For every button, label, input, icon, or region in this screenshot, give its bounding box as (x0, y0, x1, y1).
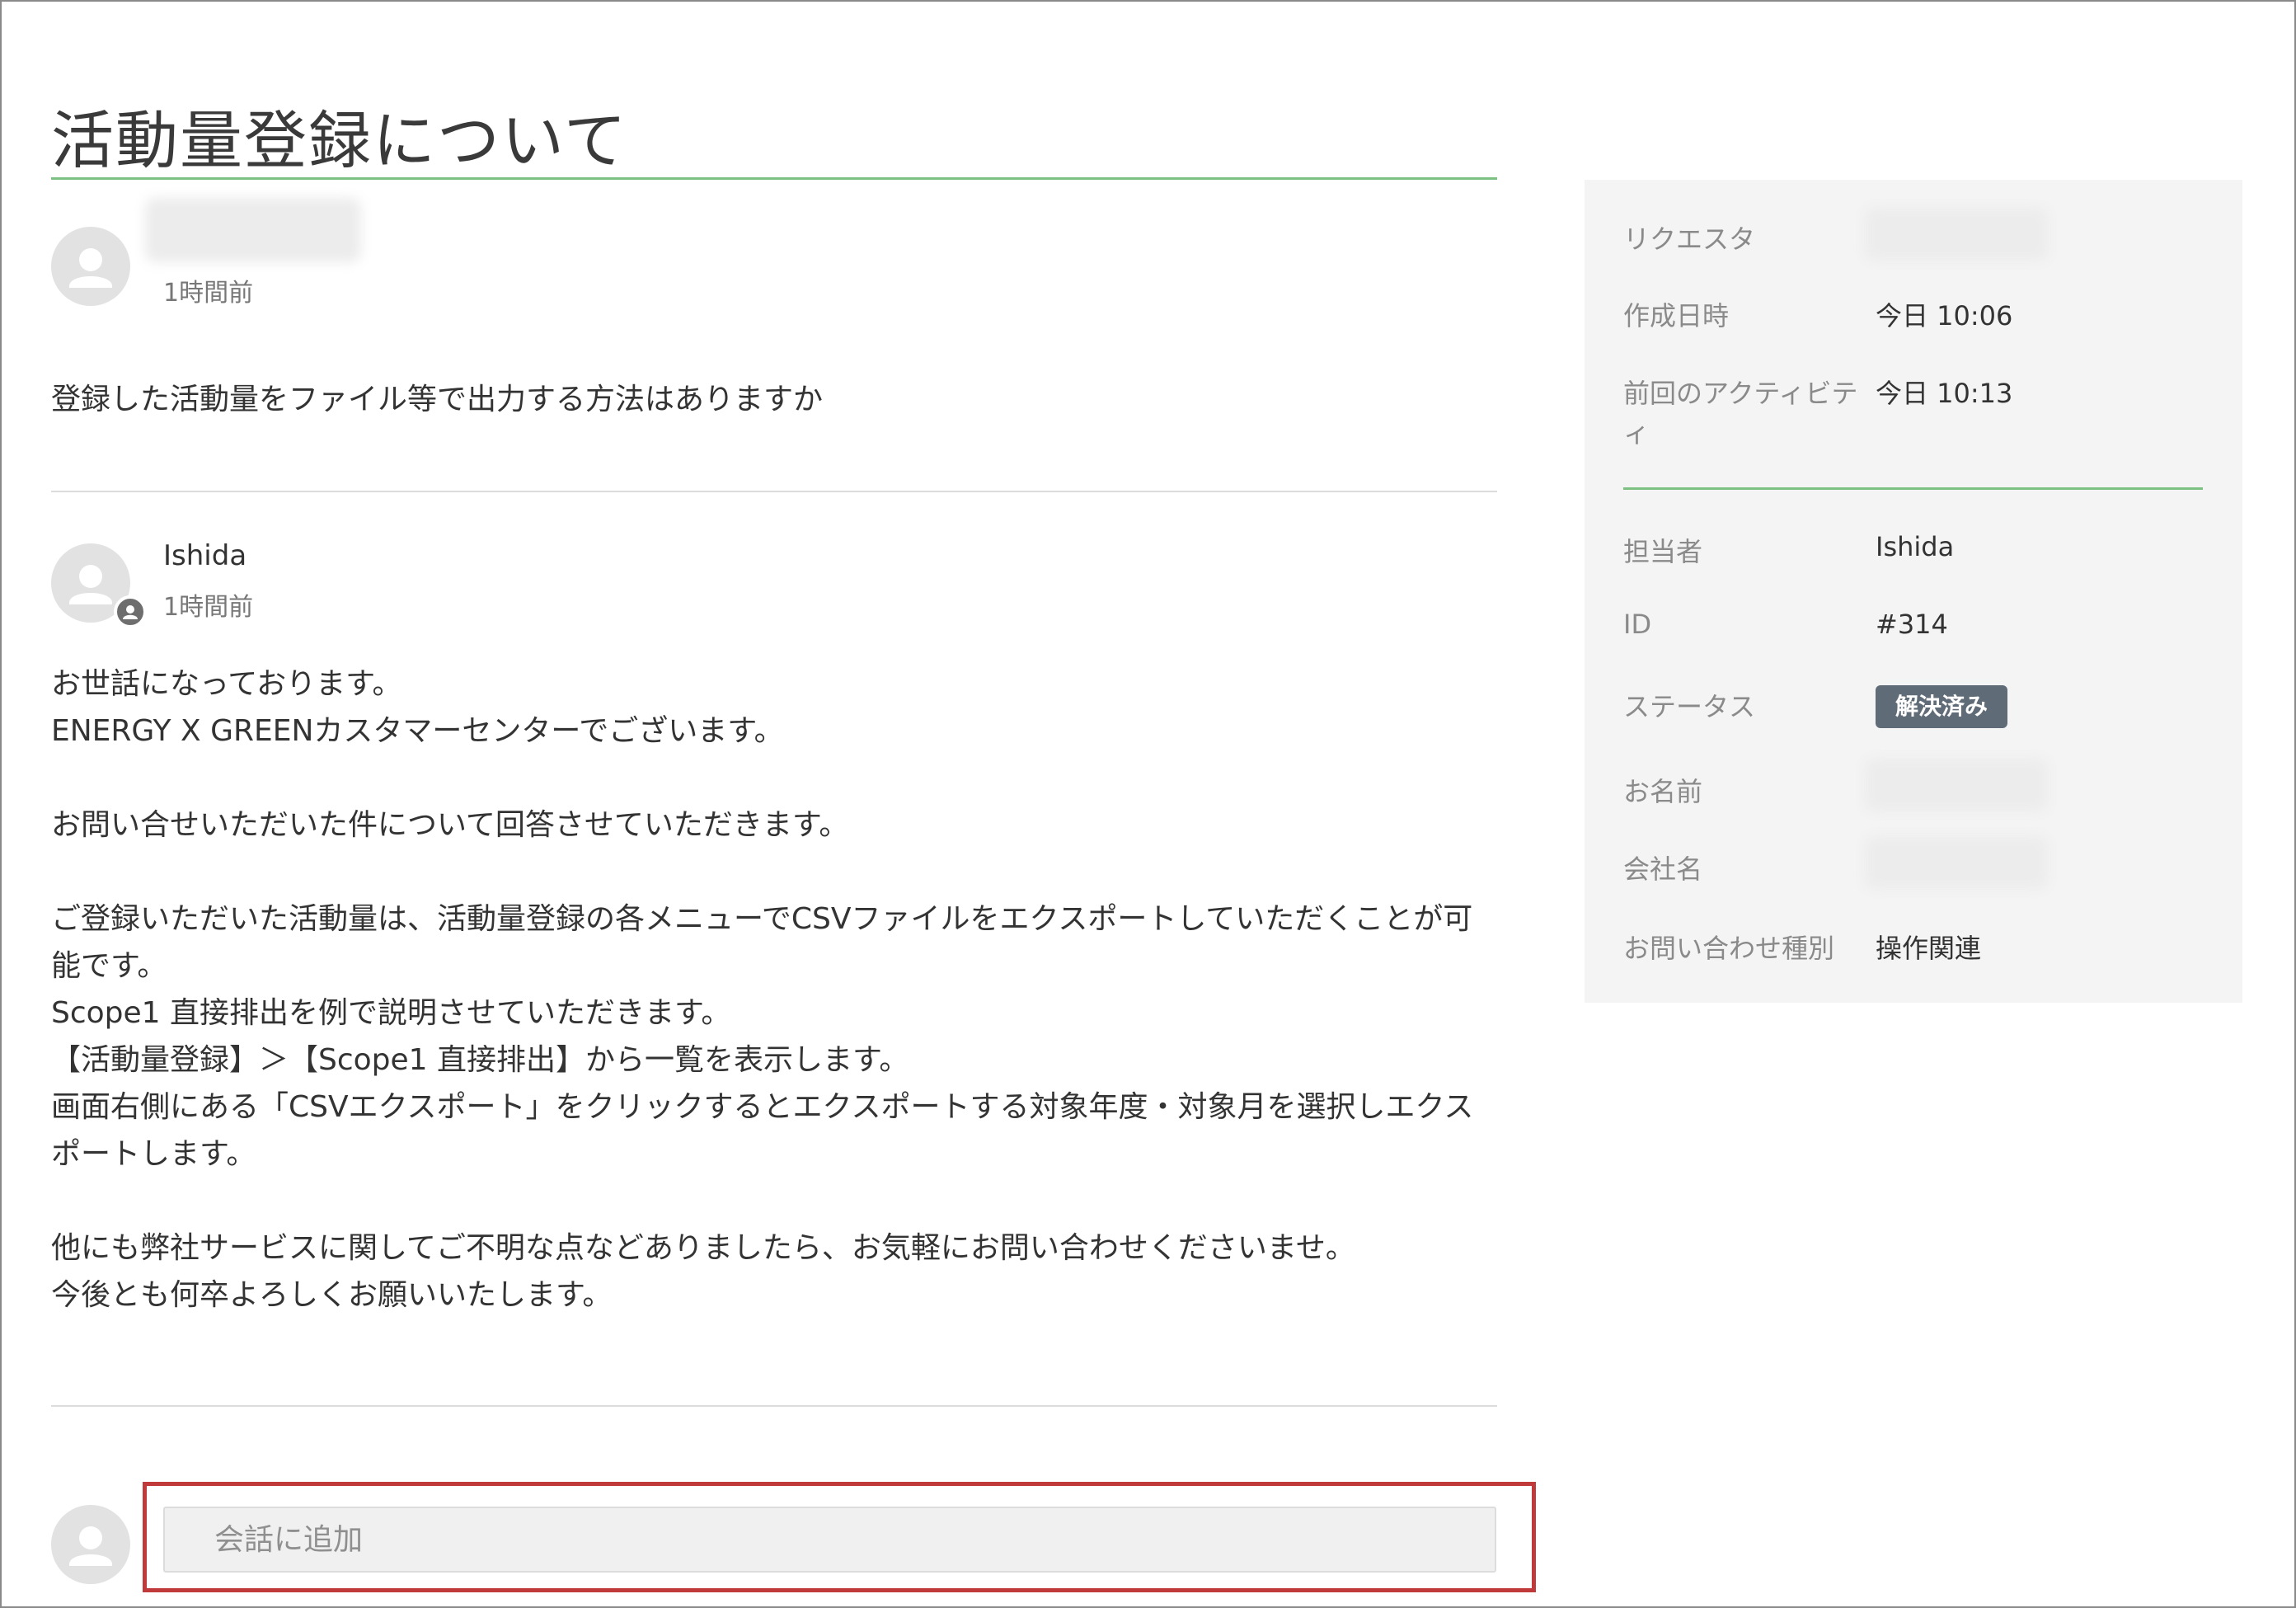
inquiry-type-label: お問い合わせ種別 (1623, 933, 1835, 964)
message-line: 画面右側にある「CSVエクスポート」をクリックするとエクスポートする対象年度・対… (51, 1090, 1474, 1124)
last-activity-label: 前回のアクティビテ (1623, 378, 1858, 409)
message-line: ご登録いただいた活動量は、活動量登録の各メニューでCSVファイルをエクスポートし… (51, 902, 1473, 936)
inquiry-type-value: 操作関連 (1876, 933, 1982, 964)
company-label: 会社名 (1623, 853, 1703, 885)
message-body: お世話になっております。 ENERGY X GREENカスタマーセンターでござい… (51, 661, 1473, 1319)
requester-value-redacted (1865, 208, 2048, 261)
page-title: 活動量登録について (51, 103, 628, 177)
agent-badge-icon (114, 595, 147, 628)
reply-input[interactable] (163, 1507, 1496, 1573)
message-line (51, 755, 1473, 802)
message-line (51, 849, 1473, 896)
message-line: Scope1 直接排出を例で説明させていただきます。 (51, 996, 731, 1030)
sidebar-divider (1623, 487, 2203, 490)
message-line: お問い合せいただいた件について回答させていただきます。 (51, 808, 849, 842)
current-user-avatar (51, 1505, 130, 1584)
message-line: 【活動量登録】＞【Scope1 直接排出】から一覧を表示します。 (51, 1043, 909, 1077)
message-line: ENERGY X GREENカスタマーセンターでございます。 (51, 714, 784, 748)
title-divider (51, 177, 1497, 180)
message-author: Ishida (163, 539, 247, 572)
message-line: 登録した活動量をファイル等で出力する方法はありますか (51, 383, 824, 416)
requester-name-redacted (145, 198, 361, 262)
name-value-redacted (1865, 759, 2048, 811)
message-time: 1時間前 (163, 593, 254, 622)
message-divider (51, 491, 1497, 492)
status-label: ステータス (1623, 691, 1756, 722)
message-time: 1時間前 (163, 279, 254, 308)
requester-avatar (51, 227, 130, 306)
requester-label: リクエスタ (1623, 223, 1756, 255)
message-line: 今後とも何卒よろしくお願いいたします。 (51, 1278, 613, 1312)
message-divider (51, 1405, 1497, 1407)
created-label: 作成日時 (1623, 300, 1730, 331)
message-line: 他にも弊社サービスに関してご不明な点などありましたら、お気軽にお問い合わせくださ… (51, 1231, 1355, 1265)
name-label: お名前 (1623, 776, 1703, 807)
message-line: お世話になっております。 (51, 667, 402, 701)
last-activity-value: 今日 10:13 (1876, 378, 2013, 409)
user-icon (69, 248, 112, 288)
message-body: 登録した活動量をファイル等で出力する方法はありますか (51, 376, 823, 423)
created-value: 今日 10:06 (1876, 300, 2013, 331)
message-line: 能です。 (51, 949, 167, 983)
status-badge: 解決済み (1876, 685, 2008, 728)
assignee-label: 担当者 (1623, 536, 1703, 567)
id-label: ID (1623, 609, 1652, 640)
message-line: ポートします。 (51, 1137, 256, 1171)
id-value: #314 (1876, 609, 1948, 640)
company-value-redacted (1865, 836, 2048, 889)
last-activity-label-wrap: ィ (1623, 417, 1650, 449)
assignee-value: Ishida (1876, 531, 1955, 562)
user-icon (69, 1526, 112, 1566)
message-line (51, 1178, 1473, 1225)
